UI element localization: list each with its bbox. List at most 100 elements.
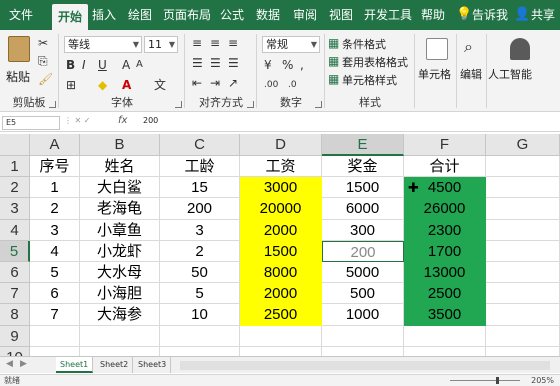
- cell-g9[interactable]: [486, 325, 560, 347]
- font-name-select[interactable]: 等线 ▼: [64, 36, 142, 53]
- cells-button[interactable]: 单元格: [418, 66, 451, 82]
- prev-sheet-icon[interactable]: ◀: [6, 359, 13, 369]
- indent-decrease-icon[interactable]: ⇤: [192, 76, 202, 90]
- cell-b6[interactable]: 大水母: [80, 262, 160, 284]
- indent-increase-icon[interactable]: ⇥: [210, 76, 220, 90]
- cell-f7[interactable]: 2500: [404, 283, 486, 305]
- cell-b8[interactable]: 大海参: [80, 304, 160, 326]
- horizontal-scrollbar[interactable]: [180, 361, 550, 370]
- align-left-icon[interactable]: ☰: [192, 56, 203, 70]
- underline-icon[interactable]: U: [98, 58, 107, 72]
- copy-icon[interactable]: ⎘: [38, 54, 48, 68]
- font-size-select[interactable]: 11 ▼: [144, 36, 178, 53]
- increase-decimal-icon[interactable]: .00: [264, 78, 278, 92]
- align-center-icon[interactable]: ☰: [210, 56, 221, 70]
- select-all-corner[interactable]: [0, 134, 30, 156]
- cell-g5[interactable]: [486, 240, 560, 262]
- cell-a5[interactable]: 4: [30, 240, 80, 262]
- cell-b1[interactable]: 姓名: [80, 156, 160, 178]
- cell-e8[interactable]: 1000: [322, 304, 404, 326]
- share-button[interactable]: 共享: [528, 0, 558, 30]
- cell-e2[interactable]: 1500: [322, 177, 404, 199]
- align-top-icon[interactable]: ≡: [192, 36, 202, 50]
- fill-color-icon[interactable]: ◆: [98, 78, 107, 92]
- comma-icon[interactable]: ,: [300, 58, 304, 72]
- name-box[interactable]: E5: [2, 116, 60, 130]
- table-format-button[interactable]: 套用表格格式: [342, 54, 408, 70]
- format-painter-icon[interactable]: 🖌: [38, 72, 53, 86]
- formula-input[interactable]: 200: [143, 116, 158, 125]
- sheet-tab-3[interactable]: Sheet3: [134, 357, 172, 373]
- row-header-6[interactable]: 6: [0, 262, 30, 284]
- row-header-3[interactable]: 3: [0, 198, 30, 220]
- cell-c1[interactable]: 工龄: [160, 156, 240, 178]
- cell-f3[interactable]: 26000: [404, 198, 486, 220]
- tab-view[interactable]: 视图: [326, 0, 356, 30]
- sheet-tab-2[interactable]: Sheet2: [96, 357, 134, 373]
- row-header-5[interactable]: 5: [0, 240, 30, 262]
- cell-style-button[interactable]: 单元格样式: [342, 72, 397, 88]
- cell-d8[interactable]: 2500: [240, 304, 322, 326]
- cell-b7[interactable]: 小海胆: [80, 283, 160, 305]
- cell-a3[interactable]: 2: [30, 198, 80, 220]
- cell-e9[interactable]: [322, 325, 404, 347]
- ai-button[interactable]: 人工智能: [488, 66, 532, 82]
- align-middle-icon[interactable]: ≡: [210, 36, 220, 50]
- sheet-tab-1[interactable]: Sheet1: [56, 357, 94, 373]
- cell-b5[interactable]: 小龙虾: [80, 240, 160, 262]
- row-header-2[interactable]: 2: [0, 177, 30, 199]
- cell-g2[interactable]: [486, 177, 560, 199]
- cell-c7[interactable]: 5: [160, 283, 240, 305]
- cell-g4[interactable]: [486, 219, 560, 241]
- cell-c2[interactable]: 15: [160, 177, 240, 199]
- cell-f9[interactable]: [404, 325, 486, 347]
- cell-g7[interactable]: [486, 283, 560, 305]
- tab-insert[interactable]: 插入: [89, 0, 119, 30]
- clipboard-launcher-icon[interactable]: [49, 101, 56, 108]
- number-format-select[interactable]: 常规 ▼: [262, 36, 320, 53]
- font-launcher-icon[interactable]: [175, 101, 182, 108]
- column-header-d[interactable]: D: [240, 134, 322, 156]
- row-header-4[interactable]: 4: [0, 219, 30, 241]
- cell-e6[interactable]: 5000: [322, 262, 404, 284]
- tab-review[interactable]: 审阅: [290, 0, 320, 30]
- column-header-c[interactable]: C: [160, 134, 240, 156]
- cell-c9[interactable]: [160, 325, 240, 347]
- column-header-g[interactable]: G: [486, 134, 560, 156]
- tab-home[interactable]: 开始: [52, 4, 88, 30]
- row-header-7[interactable]: 7: [0, 283, 30, 305]
- decrease-decimal-icon[interactable]: .0: [288, 78, 297, 92]
- cell-g3[interactable]: [486, 198, 560, 220]
- paste-button[interactable]: 粘贴: [6, 68, 30, 85]
- cell-a4[interactable]: 3: [30, 219, 80, 241]
- cell-d3[interactable]: 20000: [240, 198, 322, 220]
- cell-g8[interactable]: [486, 304, 560, 326]
- tab-file[interactable]: 文件: [4, 0, 38, 30]
- cell-e4[interactable]: 300: [322, 219, 404, 241]
- cell-a7[interactable]: 6: [30, 283, 80, 305]
- cell-d9[interactable]: [240, 325, 322, 347]
- tab-page-layout[interactable]: 页面布局: [161, 0, 213, 30]
- tell-me-search[interactable]: 告诉我: [470, 0, 510, 30]
- tab-draw[interactable]: 绘图: [125, 0, 155, 30]
- cell-c6[interactable]: 50: [160, 262, 240, 284]
- cell-f1[interactable]: 合计: [404, 156, 486, 178]
- cell-f4[interactable]: 2300: [404, 219, 486, 241]
- zoom-slider[interactable]: [450, 380, 520, 381]
- tab-formulas[interactable]: 公式: [217, 0, 247, 30]
- border-icon[interactable]: ⊞: [66, 78, 76, 92]
- cell-c4[interactable]: 3: [160, 219, 240, 241]
- cell-e1[interactable]: 奖金: [322, 156, 404, 178]
- cell-e3[interactable]: 6000: [322, 198, 404, 220]
- phonetic-icon[interactable]: 文: [154, 78, 166, 92]
- cell-f8[interactable]: 3500: [404, 304, 486, 326]
- cell-e7[interactable]: 500: [322, 283, 404, 305]
- column-header-e[interactable]: E: [322, 134, 404, 156]
- bold-icon[interactable]: B: [66, 58, 75, 72]
- cell-d2[interactable]: 3000: [240, 177, 322, 199]
- italic-icon[interactable]: I: [82, 58, 86, 72]
- cell-c8[interactable]: 10: [160, 304, 240, 326]
- cell-d5[interactable]: 1500: [240, 240, 322, 262]
- fx-icon[interactable]: fx: [118, 115, 127, 126]
- cell-g1[interactable]: [486, 156, 560, 178]
